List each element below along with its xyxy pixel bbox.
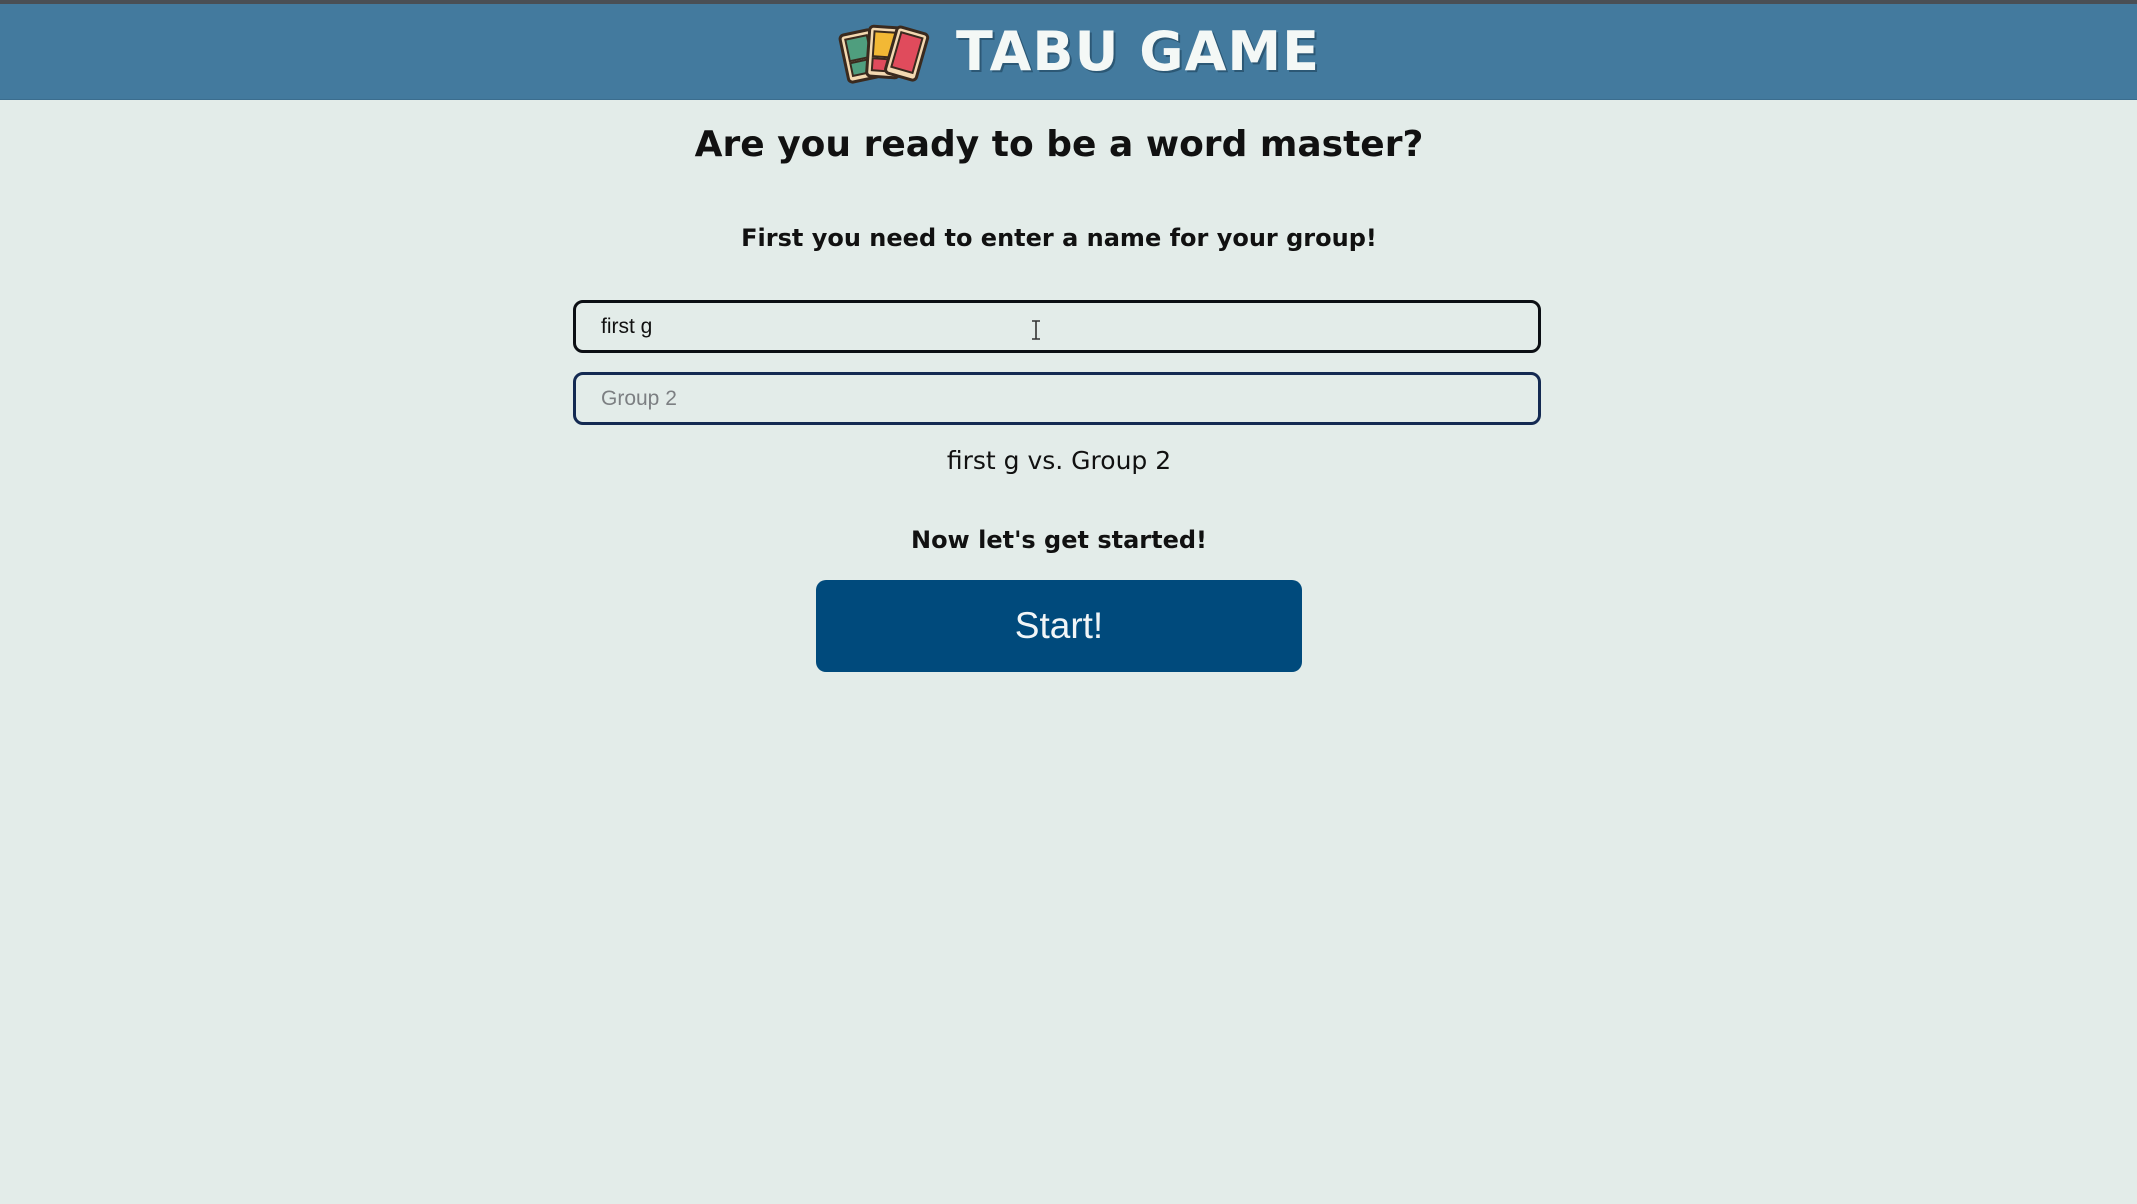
cards-icon [838,24,930,84]
text-cursor-icon [1032,320,1040,340]
group2-name-input[interactable] [573,372,1541,425]
page-heading: Are you ready to be a word master? [694,124,1424,165]
app-title: TABU GAME [956,20,1320,83]
group-name-instruction: First you need to enter a name for your … [741,224,1377,252]
start-button[interactable]: Start! [816,580,1302,672]
get-started-text: Now let's get started! [910,526,1207,554]
group1-name-input[interactable] [573,300,1541,353]
app-header: TABU GAME [0,4,2137,100]
matchup-text: first g vs. Group 2 [946,446,1172,475]
